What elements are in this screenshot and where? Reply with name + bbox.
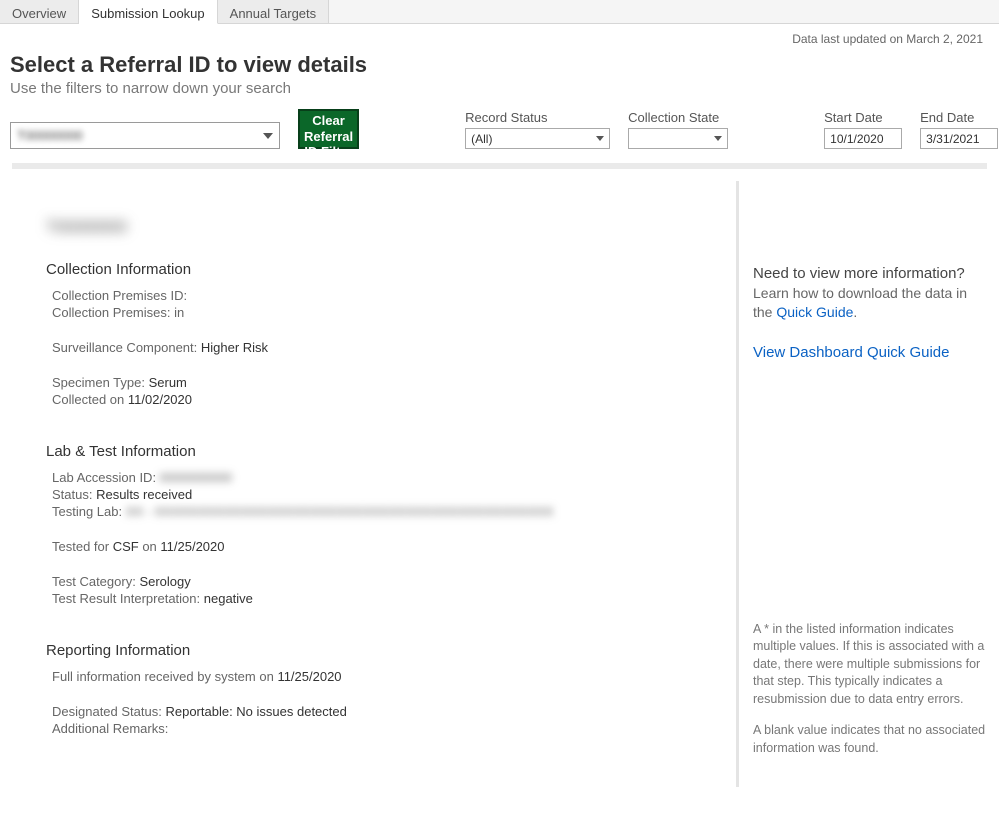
record-status-value: (All) (471, 132, 492, 146)
collection-premises-id: Collection Premises ID: (52, 288, 716, 303)
page-subtitle: Use the filters to narrow down your sear… (10, 80, 989, 97)
tab-bar: Overview Submission Lookup Annual Target… (0, 0, 999, 24)
end-date-input[interactable]: 3/31/2021 (920, 128, 998, 149)
dashboard-quick-guide-link[interactable]: View Dashboard Quick Guide (753, 344, 950, 361)
referral-id-heading: T00000000 (46, 219, 716, 237)
footnote-asterisk: A * in the listed information indicates … (753, 621, 989, 709)
tab-submission-lookup[interactable]: Submission Lookup (79, 0, 217, 24)
referral-id-select[interactable]: T00000000 (10, 122, 280, 149)
additional-remarks: Additional Remarks: (52, 721, 716, 736)
start-date-value: 10/1/2020 (830, 132, 883, 146)
record-status-select[interactable]: (All) (465, 128, 610, 149)
clear-referral-button[interactable]: Clear Referral ID Filter (298, 109, 359, 149)
section-collection-heading: Collection Information (46, 261, 716, 278)
section-lab-heading: Lab & Test Information (46, 443, 716, 460)
chevron-down-icon (714, 136, 722, 141)
filter-row: T00000000 Clear Referral ID Filter Recor… (0, 97, 999, 163)
side-title: Need to view more information? (753, 265, 989, 282)
designated-status: Designated Status: Reportable: No issues… (52, 704, 716, 719)
status: Status: Results received (52, 487, 716, 502)
last-updated-text: Data last updated on March 2, 2021 (0, 24, 999, 46)
side-text: Learn how to download the data in the Qu… (753, 284, 989, 322)
side-panel: Need to view more information? Learn how… (739, 169, 999, 799)
test-result-interpretation: Test Result Interpretation: negative (52, 591, 716, 606)
tested-for: Tested for CSF on 11/25/2020 (52, 539, 716, 554)
tab-annual-targets[interactable]: Annual Targets (218, 0, 330, 23)
end-date-label: End Date (920, 110, 998, 125)
footnote-blank: A blank value indicates that no associat… (753, 722, 989, 757)
referral-id-value: T00000000 (17, 128, 83, 143)
testing-lab: Testing Lab: XX - XXXXXXXXXXXXXXXXXXXXXX… (52, 504, 716, 519)
chevron-down-icon (596, 136, 604, 141)
record-status-label: Record Status (465, 110, 610, 125)
tab-overview[interactable]: Overview (0, 0, 79, 23)
page-title: Select a Referral ID to view details (10, 52, 989, 78)
surveillance-component: Surveillance Component: Higher Risk (52, 340, 716, 355)
quick-guide-link[interactable]: Quick Guide (776, 304, 853, 320)
chevron-down-icon (263, 133, 273, 139)
content-area: T00000000 Collection Information Collect… (0, 169, 999, 799)
lab-accession-id: Lab Accession ID: 0000000000 (52, 470, 716, 485)
collection-state-select[interactable] (628, 128, 728, 149)
collection-premises: Collection Premises: in (52, 305, 716, 320)
start-date-input[interactable]: 10/1/2020 (824, 128, 902, 149)
collected-on: Collected on 11/02/2020 (52, 392, 716, 407)
specimen-type: Specimen Type: Serum (52, 375, 716, 390)
section-reporting-heading: Reporting Information (46, 642, 716, 659)
end-date-value: 3/31/2021 (926, 132, 979, 146)
collection-state-label: Collection State (628, 110, 728, 125)
test-category: Test Category: Serology (52, 574, 716, 589)
start-date-label: Start Date (824, 110, 902, 125)
full-info-received: Full information received by system on 1… (52, 669, 716, 684)
details-panel: T00000000 Collection Information Collect… (0, 169, 736, 799)
